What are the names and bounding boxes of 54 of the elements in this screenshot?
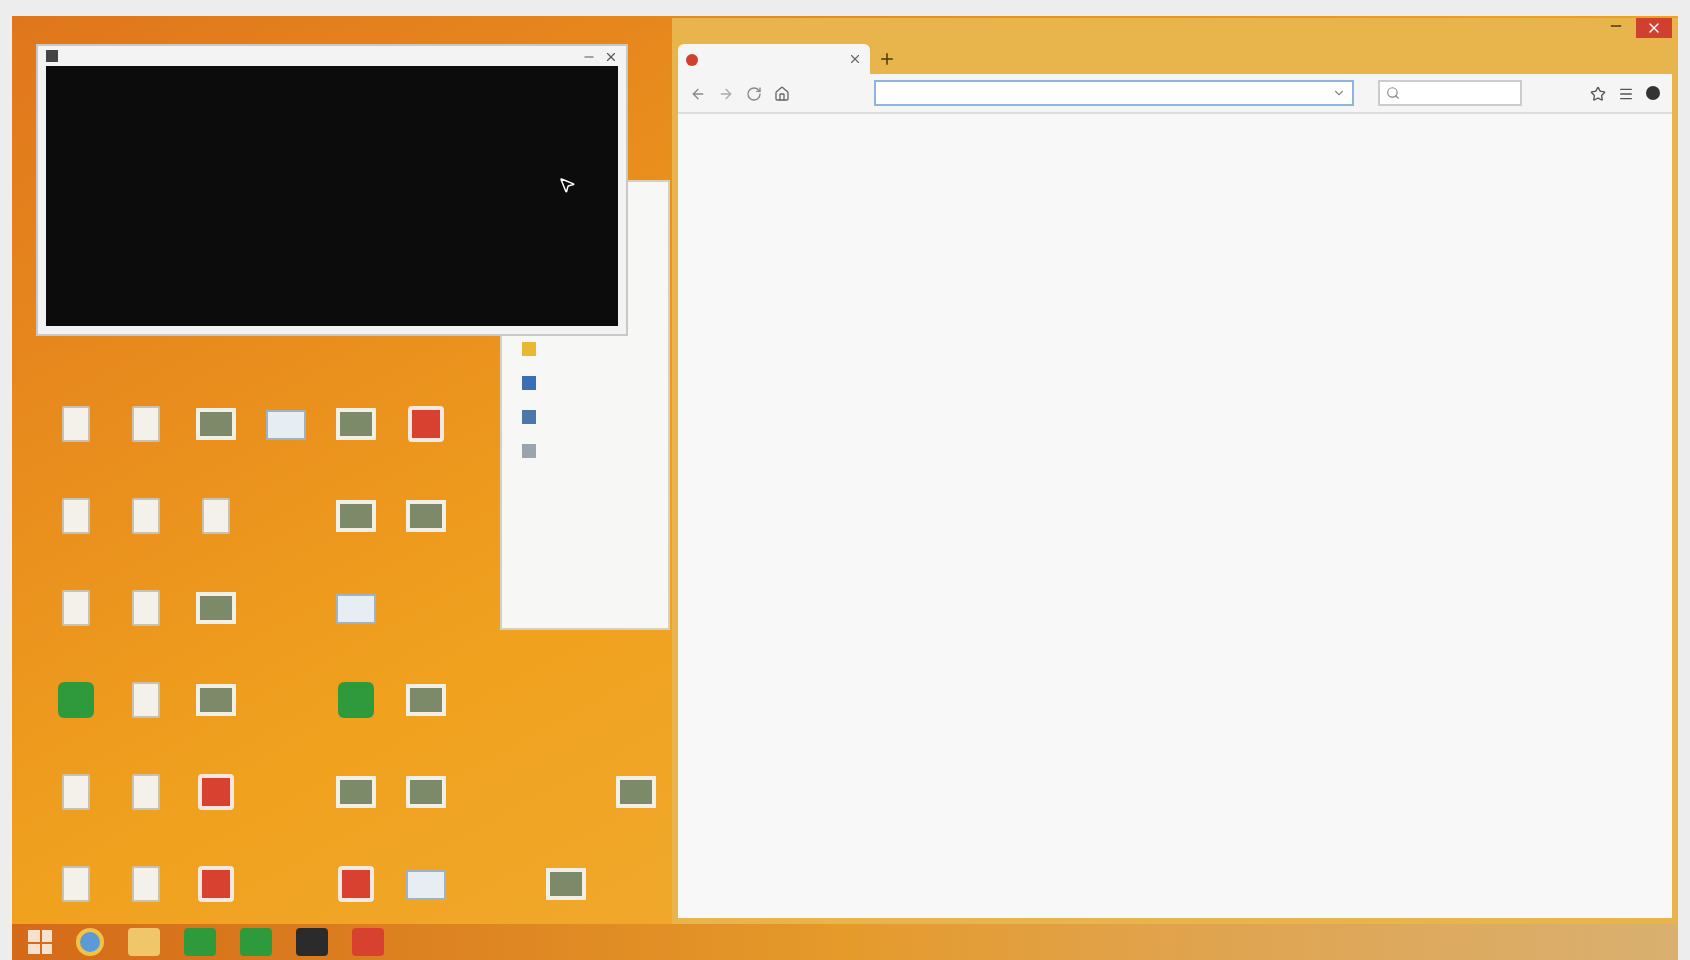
app-icon[interactable] — [337, 866, 374, 902]
file-icon[interactable] — [131, 866, 160, 902]
forward-icon[interactable] — [718, 85, 734, 101]
picture-icon[interactable] — [616, 776, 657, 808]
picture-icon[interactable] — [406, 684, 447, 716]
close-icon[interactable] — [848, 52, 862, 66]
back-icon[interactable] — [690, 85, 706, 101]
globe-icon[interactable] — [76, 928, 104, 956]
favicon-icon — [686, 53, 698, 65]
close-icon[interactable] — [604, 49, 618, 63]
picture-icon[interactable] — [335, 408, 376, 440]
new-tab-icon[interactable] — [878, 50, 896, 68]
reload-icon[interactable] — [746, 85, 762, 101]
address-field[interactable] — [874, 80, 1354, 106]
picture-icon[interactable] — [335, 776, 376, 808]
console-app-icon — [46, 50, 58, 62]
search-icon — [1386, 86, 1400, 100]
search-field[interactable] — [1378, 80, 1522, 106]
image-icon[interactable] — [335, 593, 376, 623]
image-icon[interactable] — [406, 869, 447, 899]
app-icon[interactable] — [408, 406, 445, 442]
close-button[interactable] — [1636, 18, 1672, 38]
windows-logo-icon[interactable] — [28, 930, 52, 954]
app-icon[interactable] — [197, 866, 234, 902]
picture-icon[interactable] — [195, 592, 236, 624]
picture-icon[interactable] — [546, 868, 587, 900]
mouse-pointer-icon — [558, 176, 576, 194]
close-icon — [1646, 20, 1662, 36]
picture-icon[interactable] — [406, 500, 447, 532]
browser-tab[interactable] — [678, 44, 870, 74]
file-icon[interactable] — [61, 498, 90, 534]
file-icon[interactable] — [131, 498, 160, 534]
bookmark-icon[interactable] — [1590, 85, 1606, 101]
file-icon[interactable] — [131, 774, 160, 810]
app-icon[interactable] — [57, 682, 94, 718]
dropdown-icon[interactable] — [1332, 86, 1346, 100]
menu-icon[interactable] — [1618, 85, 1634, 101]
picture-icon[interactable] — [195, 408, 236, 440]
picture-icon[interactable] — [335, 500, 376, 532]
app-icon[interactable] — [337, 682, 374, 718]
picture-icon[interactable] — [406, 776, 447, 808]
account-icon[interactable] — [1646, 86, 1660, 100]
file-icon[interactable] — [201, 498, 230, 534]
file-icon[interactable] — [131, 590, 160, 626]
file-icon[interactable] — [131, 406, 160, 442]
file-icon[interactable] — [61, 590, 90, 626]
image-icon[interactable] — [265, 409, 306, 439]
app-icon[interactable] — [197, 774, 234, 810]
file-icon[interactable] — [131, 682, 160, 718]
file-icon[interactable] — [61, 406, 90, 442]
file-icon[interactable] — [61, 774, 90, 810]
file-icon[interactable] — [61, 866, 90, 902]
home-icon[interactable] — [774, 85, 790, 101]
picture-icon[interactable] — [195, 684, 236, 716]
